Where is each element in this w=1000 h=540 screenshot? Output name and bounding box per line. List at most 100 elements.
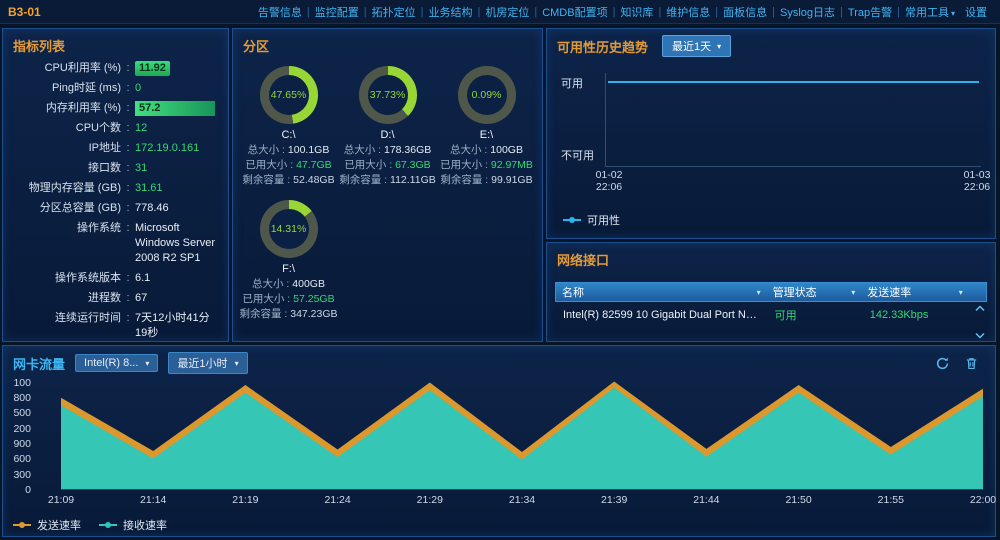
indicator-separator: : bbox=[121, 181, 135, 196]
stat-value: 347.23GB bbox=[290, 308, 337, 320]
partitions-panel: 分区 47.65% C:\ 总大小 : 100.1GB 已用大小 : 47.7G… bbox=[232, 28, 543, 342]
scroll-down-icon[interactable] bbox=[975, 332, 985, 339]
x-label-end: 01-03 22:06 bbox=[955, 169, 999, 193]
indicator-label: CPU利用率 (%) bbox=[7, 61, 121, 76]
indicator-row-os-version: 操作系统版本 : 6.1 bbox=[7, 271, 220, 286]
filter-caret-icon[interactable]: ▾ bbox=[851, 288, 855, 297]
indicator-separator: : bbox=[121, 161, 135, 176]
filter-caret-icon[interactable]: ▾ bbox=[959, 288, 963, 297]
indicator-row-total-partition: 分区总容量 (GB) : 778.46 bbox=[7, 201, 220, 216]
indicator-row-uptime: 连续运行时间 : 7天12小时41分19秒 bbox=[7, 311, 220, 341]
indicator-separator: : bbox=[121, 311, 135, 326]
menu-item-panel-info[interactable]: 面板信息 bbox=[718, 4, 772, 20]
device-name: B3-01 bbox=[8, 5, 41, 19]
column-header-rate[interactable]: 发送速率 ▾ bbox=[861, 283, 969, 301]
indicator-value: 31 bbox=[135, 161, 220, 176]
time-range-button[interactable]: 最近1天▾ bbox=[662, 35, 731, 57]
partition-d: 37.73% D:\ 总大小 : 178.36GB 已用大小 : 67.3GB … bbox=[338, 66, 437, 188]
partition-free: 剩余容量 : 99.91GB bbox=[440, 173, 532, 188]
scroll-up-icon[interactable] bbox=[975, 305, 985, 312]
indicator-rows: CPU利用率 (%) : 11.92 Ping时延 (ms) : 0 内存利用率… bbox=[3, 58, 228, 341]
interface-name: Intel(R) 82599 10 Gigabit Dual Port Netw… bbox=[555, 309, 767, 321]
indicator-value: 0 bbox=[135, 81, 220, 96]
x-tick-label: 21:14 bbox=[140, 494, 166, 506]
x-tick-label: 21:39 bbox=[601, 494, 627, 506]
nic-select-dropdown[interactable]: Intel(R) 8...▾ bbox=[75, 354, 158, 372]
menu-item-room-location[interactable]: 机房定位 bbox=[480, 4, 534, 20]
x-label-time: 22:06 bbox=[955, 181, 999, 193]
table-scrollbar[interactable] bbox=[973, 305, 987, 339]
menu-item-cmdb[interactable]: CMDB配置项 bbox=[537, 4, 612, 20]
availability-line bbox=[608, 81, 979, 83]
menu-item-knowledge-base[interactable]: 知识库 bbox=[615, 4, 658, 20]
legend-item-send[interactable]: 发送速率 bbox=[13, 517, 81, 533]
menu-item-topology[interactable]: 拓扑定位 bbox=[367, 4, 421, 20]
indicator-row-os: 操作系统 : Microsoft Windows Server 2008 R2 … bbox=[7, 221, 220, 266]
menu-item-syslog[interactable]: Syslog日志 bbox=[775, 4, 840, 20]
indicator-row-ping: Ping时延 (ms) : 0 bbox=[7, 81, 220, 96]
panel-title: 网络接口 bbox=[547, 243, 995, 272]
indicator-separator: : bbox=[121, 201, 135, 216]
x-label-date: 01-02 bbox=[587, 169, 631, 181]
delete-icon[interactable] bbox=[964, 356, 979, 371]
stat-label: 剩余容量 : bbox=[239, 308, 287, 320]
partition-name: F:\ bbox=[282, 263, 295, 275]
indicator-label: 操作系统 bbox=[7, 221, 121, 236]
traffic-x-axis: 21:0921:1421:1921:2421:2921:3421:3921:44… bbox=[61, 494, 983, 508]
indicator-value: 12 bbox=[135, 121, 220, 136]
menu-item-tools[interactable]: 常用工具▾ bbox=[900, 4, 960, 20]
indicator-label: 进程数 bbox=[7, 291, 121, 306]
traffic-legend: 发送速率 接收速率 bbox=[13, 517, 167, 533]
interface-rate: 142.33Kbps bbox=[862, 309, 970, 321]
table-row[interactable]: Intel(R) 82599 10 Gigabit Dual Port Netw… bbox=[555, 302, 987, 328]
legend-dot bbox=[569, 217, 575, 223]
value-badge: 11.92 bbox=[135, 61, 170, 76]
menu-item-monitor-config[interactable]: 监控配置 bbox=[310, 4, 364, 20]
indicator-value: 172.19.0.161 bbox=[135, 141, 220, 156]
stat-label: 剩余容量 : bbox=[440, 174, 488, 186]
availability-chart: 可用 不可用 01-02 22:06 01-03 22:06 bbox=[561, 73, 981, 191]
partition-gauges: 47.65% C:\ 总大小 : 100.1GB 已用大小 : 47.7GB 剩… bbox=[233, 58, 542, 322]
column-header-status[interactable]: 管理状态 ▾ bbox=[767, 283, 862, 301]
indicator-value: 11.92 bbox=[135, 61, 220, 76]
panel-title: 分区 bbox=[233, 29, 542, 58]
y-tick-label: 500 bbox=[13, 407, 31, 419]
partition-percent: 37.73% bbox=[359, 66, 417, 124]
stat-value: 400GB bbox=[292, 278, 325, 290]
y-label-unavailable: 不可用 bbox=[561, 147, 601, 163]
availability-panel: 可用性历史趋势 最近1天▾ 可用 不可用 01-02 22:06 01-03 2… bbox=[546, 28, 996, 239]
indicator-value: 57.2 bbox=[135, 101, 220, 116]
availability-legend[interactable]: 可用性 bbox=[563, 212, 620, 228]
menu-item-business-structure[interactable]: 业务结构 bbox=[423, 4, 477, 20]
filter-caret-icon[interactable]: ▾ bbox=[757, 288, 761, 297]
menu-item-alerts[interactable]: 告警信息 bbox=[253, 4, 307, 20]
stat-label: 已用大小 : bbox=[344, 159, 392, 171]
partition-name: D:\ bbox=[380, 129, 394, 141]
refresh-icon[interactable] bbox=[935, 356, 950, 371]
x-tick-label: 21:34 bbox=[509, 494, 535, 506]
dropdown-label: 最近1小时 bbox=[177, 355, 227, 371]
legend-item-recv[interactable]: 接收速率 bbox=[99, 517, 167, 533]
column-header-scroll bbox=[969, 283, 986, 301]
x-tick-label: 21:19 bbox=[232, 494, 258, 506]
y-tick-label: 0 bbox=[25, 484, 31, 496]
x-label-time: 22:06 bbox=[587, 181, 631, 193]
panel-title: 网卡流量 bbox=[13, 354, 65, 373]
traffic-header: 网卡流量 Intel(R) 8...▾ 最近1小时▾ bbox=[3, 346, 995, 374]
partition-total: 总大小 : 100.1GB bbox=[248, 143, 330, 158]
menu-item-trap[interactable]: Trap告警 bbox=[843, 4, 897, 20]
topbar: B3-01 告警信息 | 监控配置 | 拓扑定位 | 业务结构 | 机房定位 |… bbox=[0, 0, 1000, 24]
stat-value: 100GB bbox=[490, 144, 523, 156]
network-table: 名称 ▾ 管理状态 ▾ 发送速率 ▾ Intel(R) 82599 10 Gig… bbox=[555, 282, 987, 328]
time-range-dropdown[interactable]: 最近1小时▾ bbox=[168, 352, 247, 374]
menu-item-label: 常用工具 bbox=[905, 7, 949, 19]
menu-item-maintenance[interactable]: 维护信息 bbox=[661, 4, 715, 20]
indicator-value: 67 bbox=[135, 291, 220, 306]
y-tick-label: 800 bbox=[13, 392, 31, 404]
column-header-name[interactable]: 名称 ▾ bbox=[556, 283, 767, 301]
indicator-row-physical-memory: 物理内存容量 (GB) : 31.61 bbox=[7, 181, 220, 196]
partition-used: 已用大小 : 57.25GB bbox=[242, 292, 334, 307]
partition-used: 已用大小 : 92.97MB bbox=[440, 158, 533, 173]
menu-item-settings[interactable]: 设置 bbox=[960, 4, 992, 20]
topbar-menu: 告警信息 | 监控配置 | 拓扑定位 | 业务结构 | 机房定位 | CMDB配… bbox=[253, 4, 992, 20]
